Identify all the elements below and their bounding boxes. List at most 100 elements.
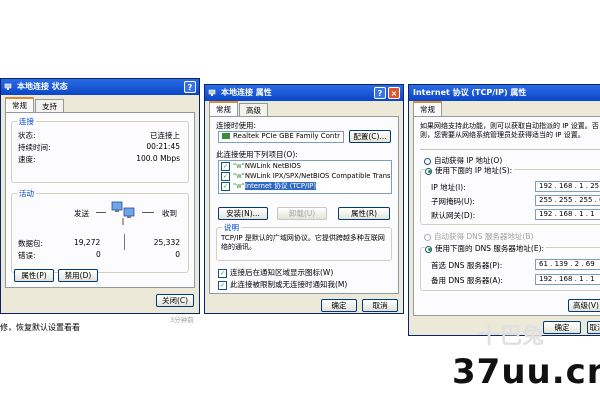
subnet-mask-field[interactable]: 255 . 255 . 255 . 0 [535, 195, 600, 206]
duration-value: 00:21:45 [146, 142, 180, 151]
help-button[interactable]: ? [374, 87, 386, 99]
description-group: 说明 TCP/IP 是默认的广域网协议。它提供跨越多种互联网络的通讯。 [216, 222, 392, 261]
properties-button[interactable]: 属性(P) [14, 269, 54, 282]
tcpip-window-title: Internet 协议 (TCP/IP) 属性 [413, 88, 527, 97]
checkbox-checked-icon[interactable]: ✓ [218, 280, 227, 290]
watermark-logo-text: 十巴兔 [478, 324, 545, 349]
install-button[interactable]: 安装(N)... [218, 207, 268, 220]
auto-dns-label: 自动获得 DNS 服务器地址(B) [434, 232, 534, 241]
list-item-label: NWLink IPX/SPX/NetBIOS Compatible Transp… [244, 172, 391, 180]
radio-off-icon[interactable] [424, 157, 431, 165]
received-label: 收到 [162, 209, 177, 218]
duration-label: 持续时间: [18, 143, 51, 152]
items-label: 此连接使用下列项目(O): [216, 150, 298, 159]
network-connection-icon [208, 89, 216, 96]
checkbox-checked-icon[interactable]: ✓ [221, 181, 230, 191]
tcpip-tab-panel: 如果网络支持此功能，则可以获取自动指派的 IP 设置。否则，您需要从网络系统管理… [413, 116, 600, 316]
sent-label: 发送 [74, 209, 89, 218]
advanced-button[interactable]: 高级(V) [568, 299, 600, 312]
window-close-button[interactable]: × [388, 87, 400, 99]
components-list[interactable]: ✓ "w"NWLink NetBIOS ✓ "w"NWLink IPX/SPX/Ne… [218, 160, 392, 194]
manual-ip-label: 使用下面的 IP 地址(S): [435, 166, 513, 175]
gateway-field[interactable]: 192 . 168 . 1 . 1 [535, 209, 600, 220]
status-label: 状态: [18, 131, 36, 140]
component-icon: "w" [233, 182, 245, 190]
component-icon: "w" [233, 162, 245, 170]
list-item-label: Internet 协议 (TCP/IP) [244, 182, 317, 190]
checkbox-checked-icon[interactable]: ✓ [218, 268, 227, 278]
intro-text: 如果网络支持此功能，则可以获取自动指派的 IP 设置。否则，您需要从网络系统管理… [420, 122, 599, 139]
properties-window-title: 本地连接 属性 [221, 88, 272, 97]
list-item-label: NWLink NetBIOS [244, 162, 301, 170]
properties-tab-panel: 连接时使用: Realtek PCIe GBE Family Contr 配置(… [209, 116, 399, 294]
speed-label: 速度: [18, 155, 36, 164]
adapter-field: Realtek PCIe GBE Family Contr [218, 131, 344, 143]
gateway-label: 默认网关(D): [431, 211, 476, 220]
connection-group: 连接 状态: 已连接上 持续时间: 00:21:45 速度: 100.0 Mbp… [11, 116, 189, 183]
description-group-label: 说明 [222, 222, 241, 233]
radio-on-icon[interactable] [425, 167, 432, 175]
auto-dns-option[interactable]: 自动获得 DNS 服务器地址(B) [424, 231, 533, 242]
preferred-dns-label: 首选 DNS 服务器(P): [431, 261, 503, 270]
component-properties-button[interactable]: 属性(R) [338, 207, 390, 220]
show-icon-label: 连接后在通知区域显示图标(W) [230, 268, 334, 277]
adapter-name: Realtek PCIe GBE Family Contr [233, 132, 340, 140]
manual-ip-option[interactable]: 使用下面的 IP 地址(S): [425, 165, 515, 176]
packets-label: 数据包: [18, 239, 44, 248]
status-window-title: 本地连接 状态 [17, 82, 68, 91]
errors-sent-value: 0 [96, 250, 101, 259]
manual-dns-label: 使用下面的 DNS 服务器地址(E): [435, 244, 545, 253]
alternate-dns-field[interactable]: 192 . 168 . 1 . 1 [535, 274, 600, 285]
checkbox-checked-icon[interactable]: ✓ [221, 161, 230, 171]
ok-button[interactable]: 确定 [321, 299, 357, 312]
manual-ip-group: 使用下面的 IP 地址(S): IP 地址(I): 192 . 168 . 1 … [420, 165, 600, 225]
description-text: TCP/IP 是默认的广域网协议。它提供跨越多种互联网络的通讯。 [221, 234, 385, 251]
help-button[interactable]: ? [184, 81, 196, 93]
timestamp-caption: 3分钟前 [170, 316, 194, 324]
auto-ip-label: 自动获得 IP 地址(O) [434, 156, 503, 165]
manual-dns-group: 使用下面的 DNS 服务器地址(E): 首选 DNS 服务器(P): 61 . … [420, 243, 600, 291]
packets-sent-value: 19,272 [74, 238, 101, 247]
tcpip-window-titlebar[interactable]: Internet 协议 (TCP/IP) 属性 [409, 85, 600, 101]
show-icon-option[interactable]: ✓ 连接后在通知区域显示图标(W) [218, 267, 333, 278]
notify-label: 此连接被限制或无连接时通知我(M) [230, 280, 348, 289]
uninstall-button[interactable]: 卸载(U) [277, 207, 327, 220]
network-activity-icon [111, 201, 135, 225]
tab-support[interactable]: 支持 [35, 99, 64, 113]
ok-button[interactable]: 确定 [543, 321, 581, 334]
activity-group: 活动 发送 收到 数据包: 19,272 25,332 错误: 0 0 [11, 188, 189, 273]
connection-group-label: 连接 [17, 116, 36, 127]
radio-on-icon[interactable] [425, 245, 432, 253]
list-item[interactable]: ✓ "w"NWLink NetBIOS [219, 161, 391, 171]
list-item[interactable]: ✓ "w"NWLink IPX/SPX/NetBIOS Compatible Tr… [219, 171, 391, 181]
ip-address-label: IP 地址(I): [431, 183, 466, 192]
manual-dns-option[interactable]: 使用下面的 DNS 服务器地址(E): [425, 243, 547, 254]
status-value: 已连接上 [150, 131, 180, 140]
radio-off-icon[interactable] [424, 233, 431, 241]
preferred-dns-field[interactable]: 61 . 139 . 2 . 69 [535, 259, 600, 270]
network-connection-icon [4, 83, 12, 90]
article-text: 修，恢复默认设置看看 [0, 323, 80, 332]
cancel-button[interactable]: 取消 [362, 299, 398, 312]
tab-advanced[interactable]: 高级 [239, 103, 268, 117]
list-item-selected[interactable]: ✓ "w"Internet 协议 (TCP/IP) [219, 181, 391, 191]
disable-button[interactable]: 禁用(D) [58, 269, 98, 282]
notify-option[interactable]: ✓ 此连接被限制或无连接时通知我(M) [218, 279, 347, 290]
status-window: 本地连接 状态 ? 常规 支持 连接 状态: 已连接上 持续时间: 00:21:… [0, 78, 200, 314]
alternate-dns-label: 备用 DNS 服务器(A): [431, 276, 503, 285]
close-button[interactable]: 关闭(C) [156, 294, 194, 307]
configure-button[interactable]: 配置(C)... [349, 130, 391, 143]
status-tab-panel: 连接 状态: 已连接上 持续时间: 00:21:45 速度: 100.0 Mbp… [5, 112, 195, 288]
site-watermark: 37uu.cn [452, 352, 600, 392]
packets-received-value: 25,332 [153, 238, 180, 247]
checkbox-checked-icon[interactable]: ✓ [221, 171, 230, 181]
adapter-icon [222, 133, 230, 139]
cancel-button[interactable]: 取消 [587, 321, 600, 334]
component-icon: "w" [233, 172, 245, 180]
errors-received-value: 0 [175, 250, 180, 259]
speed-value: 100.0 Mbps [136, 154, 180, 163]
ip-address-field[interactable]: 192 . 168 . 1 . 25 [535, 181, 600, 192]
properties-window-titlebar[interactable]: 本地连接 属性 ? × [205, 85, 403, 101]
properties-window: 本地连接 属性 ? × 常规 高级 连接时使用: Realtek PCIe GB… [204, 84, 404, 314]
status-window-titlebar[interactable]: 本地连接 状态 ? [1, 79, 199, 95]
